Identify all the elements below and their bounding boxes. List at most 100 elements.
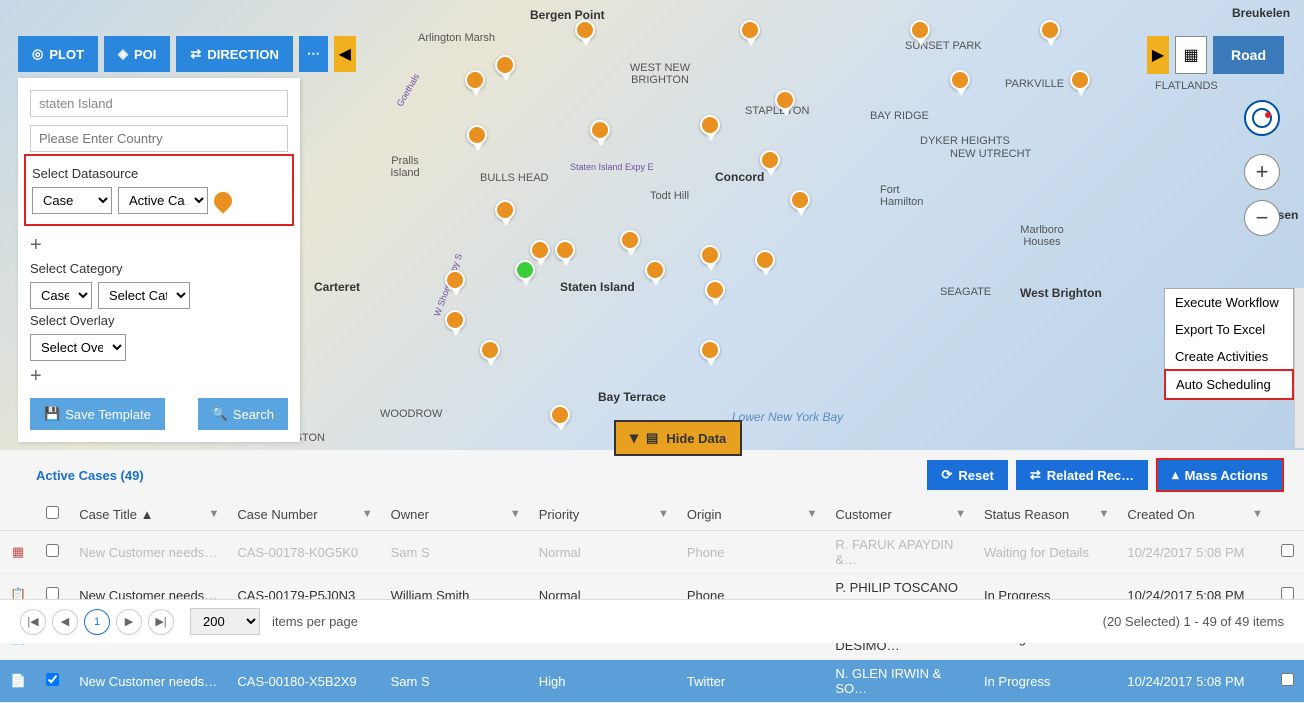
row-end-checkbox[interactable]	[1281, 544, 1294, 557]
compass-button[interactable]	[1244, 100, 1280, 136]
plot-button[interactable]: ◎PLOT	[18, 36, 98, 72]
auto-scheduling-item[interactable]: Auto Scheduling	[1164, 369, 1294, 400]
map-pin[interactable]	[445, 270, 465, 290]
map-label: Carteret	[314, 280, 360, 294]
layers-icon: ▦	[1183, 45, 1198, 65]
filter-icon[interactable]: ▼	[510, 508, 521, 520]
map-type-controls: ▶ ▦ Road	[1147, 36, 1284, 74]
map-pin[interactable]	[620, 230, 640, 250]
col-priority[interactable]: Priority▼	[529, 498, 677, 531]
zoom-out-button[interactable]: −	[1244, 200, 1280, 236]
map-pin[interactable]	[755, 250, 775, 270]
layer-button[interactable]: ▦	[1175, 36, 1207, 74]
map-pin[interactable]	[700, 245, 720, 265]
cell-status: In Progress	[974, 660, 1117, 703]
export-excel-item[interactable]: Export To Excel	[1165, 316, 1293, 343]
filter-icon[interactable]: ▼	[209, 508, 220, 520]
add-overlay-button[interactable]: +	[30, 365, 288, 388]
map-pin[interactable]	[495, 200, 515, 220]
col-owner[interactable]: Owner▼	[381, 498, 529, 531]
map-label: Breukelen	[1232, 6, 1290, 20]
filter-icon[interactable]: ▼	[1252, 508, 1263, 520]
map-pin[interactable]	[700, 115, 720, 135]
pager-next[interactable]: ▶	[116, 609, 142, 635]
map-pin[interactable]	[480, 340, 500, 360]
filter-icon[interactable]: ▼	[806, 508, 817, 520]
reset-button[interactable]: ⟳Reset	[927, 460, 1007, 490]
map-pin[interactable]	[645, 260, 665, 280]
col-case-title[interactable]: Case Title ▲▼	[69, 498, 227, 531]
map-pin[interactable]	[705, 280, 725, 300]
map-pin[interactable]	[1070, 70, 1090, 90]
region-input[interactable]	[30, 90, 288, 117]
filter-icon[interactable]: ▼	[362, 508, 373, 520]
mass-actions-button[interactable]: ▴Mass Actions	[1156, 458, 1284, 492]
pager-last[interactable]: ▶|	[148, 609, 174, 635]
col-created[interactable]: Created On▼	[1117, 498, 1271, 531]
datasource-view-select[interactable]: Active Case	[118, 187, 208, 214]
map-pin[interactable]	[445, 310, 465, 330]
more-button[interactable]: ⋯	[299, 36, 328, 72]
page-size-select[interactable]: 200	[190, 608, 260, 635]
row-checkbox[interactable]	[46, 673, 59, 686]
map-pin[interactable]	[550, 405, 570, 425]
filter-icon[interactable]: ▼	[658, 508, 669, 520]
map-pin[interactable]	[555, 240, 575, 260]
filter-icon[interactable]: ▼	[1099, 508, 1110, 520]
execute-workflow-item[interactable]: Execute Workflow	[1165, 289, 1293, 316]
row-checkbox[interactable]	[46, 544, 59, 557]
map-label: Fort Hamilton	[880, 184, 930, 208]
row-end-checkbox[interactable]	[1281, 673, 1294, 686]
filter-icon[interactable]: ▼	[955, 508, 966, 520]
zoom-in-button[interactable]: +	[1244, 154, 1280, 190]
add-datasource-button[interactable]: +	[30, 234, 288, 257]
select-all-checkbox[interactable]	[46, 506, 59, 519]
table-row[interactable]: ▦ New Customer needs… CAS-00178-K0G5K0 S…	[0, 531, 1304, 574]
road-view-button[interactable]: Road	[1213, 36, 1284, 74]
overlay-select[interactable]: Select Overla	[30, 334, 126, 361]
create-activities-item[interactable]: Create Activities	[1165, 343, 1293, 370]
search-button[interactable]: 🔍Search	[198, 398, 288, 430]
pager-first[interactable]: |◀	[20, 609, 46, 635]
col-case-number[interactable]: Case Number▼	[227, 498, 380, 531]
save-template-button[interactable]: 💾Save Template	[30, 398, 165, 430]
map-pin[interactable]	[530, 240, 550, 260]
map-pin[interactable]	[495, 55, 515, 75]
map-label: Bay Terrace	[598, 390, 666, 404]
poi-button[interactable]: ◈POI	[104, 36, 170, 72]
map-pin[interactable]	[775, 90, 795, 110]
map-pin[interactable]	[740, 20, 760, 40]
map-pin[interactable]	[590, 120, 610, 140]
col-status[interactable]: Status Reason▼	[974, 498, 1117, 531]
category-select[interactable]: Select Cat…	[98, 282, 190, 309]
col-customer[interactable]: Customer▼	[825, 498, 974, 531]
map-pin[interactable]	[790, 190, 810, 210]
country-input[interactable]	[30, 125, 288, 152]
category-entity-select[interactable]: Case	[30, 282, 92, 309]
map-pin[interactable]	[700, 340, 720, 360]
map-label: SEAGATE	[940, 286, 991, 298]
datasource-entity-select[interactable]: Case	[32, 187, 112, 214]
cell-owner: Sam S	[381, 660, 529, 703]
map-pin[interactable]	[1040, 20, 1060, 40]
map-pin[interactable]	[910, 20, 930, 40]
col-origin[interactable]: Origin▼	[677, 498, 825, 531]
map-pin[interactable]	[465, 70, 485, 90]
map-pin-current[interactable]	[515, 260, 535, 280]
pager-page[interactable]: 1	[84, 609, 110, 635]
collapse-panel-button[interactable]: ◀	[334, 36, 356, 72]
table-row[interactable]: 📄 New Customer needs… CAS-00180-X5B2X9 S…	[0, 660, 1304, 703]
direction-button[interactable]: ⇄DIRECTION	[176, 36, 292, 72]
menu-scrollbar[interactable]	[1294, 288, 1304, 448]
map-pin[interactable]	[760, 150, 780, 170]
expand-right-button[interactable]: ▶	[1147, 36, 1169, 74]
cell-customer: R. FARUK APAYDIN &…	[825, 531, 974, 574]
map-pin[interactable]	[575, 20, 595, 40]
hide-data-button[interactable]: ▾ ▤ Hide Data	[614, 420, 742, 456]
pager-prev[interactable]: ◀	[52, 609, 78, 635]
map-pin[interactable]	[467, 125, 487, 145]
map-label: Lower New York Bay	[732, 410, 843, 424]
map-pin[interactable]	[950, 70, 970, 90]
pager: |◀ ◀ 1 ▶ ▶| 200 items per page (20 Selec…	[0, 599, 1304, 643]
related-records-button[interactable]: ⇄Related Rec…	[1016, 460, 1148, 490]
